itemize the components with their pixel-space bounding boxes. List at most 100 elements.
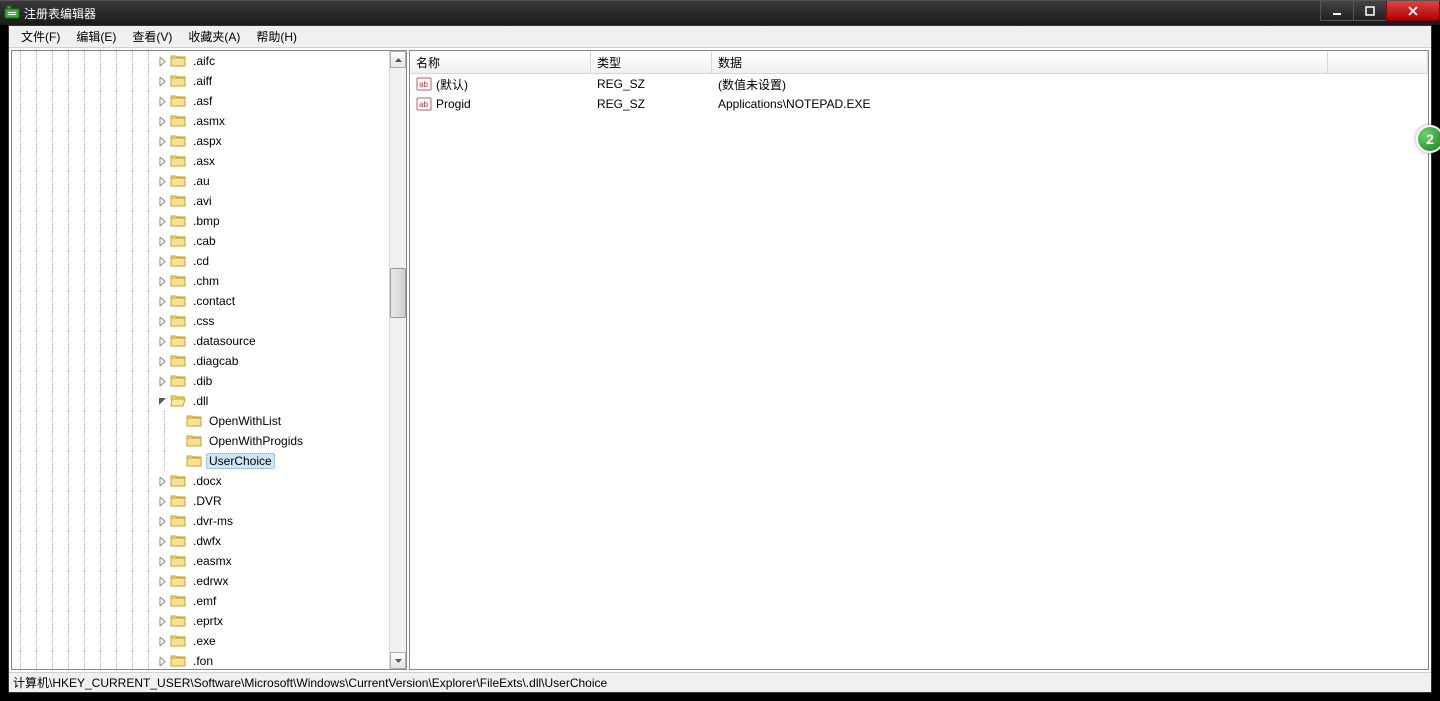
tree-expander-icon[interactable] (156, 295, 168, 307)
tree-expander-icon[interactable] (156, 395, 168, 407)
tree-item-label: .fon (190, 653, 216, 669)
tree-item[interactable]: .aifc (12, 51, 389, 71)
tree-expander-icon[interactable] (156, 315, 168, 327)
tree-expander-icon[interactable] (156, 235, 168, 247)
col-header-name[interactable]: 名称 (410, 51, 591, 73)
tree-expander-icon[interactable] (156, 95, 168, 107)
tree-expander-icon[interactable] (156, 215, 168, 227)
folder-icon (170, 293, 186, 309)
tree-item[interactable]: .docx (12, 471, 389, 491)
tree-expander-icon[interactable] (156, 575, 168, 587)
tree-expander-icon[interactable] (156, 75, 168, 87)
tree-expander-icon[interactable] (156, 355, 168, 367)
list-pane[interactable]: 名称 类型 数据 ab(默认)REG_SZ(数值未设置)abProgidREG_… (409, 50, 1429, 670)
tree-item[interactable]: .emf (12, 591, 389, 611)
tree-item[interactable]: .au (12, 171, 389, 191)
tree-item[interactable]: .fon (12, 651, 389, 669)
tree-item[interactable]: UserChoice (12, 451, 389, 471)
cell-name: (默认) (436, 76, 468, 93)
tree-expander-icon[interactable] (156, 115, 168, 127)
tree-item-label: .dll (190, 393, 211, 409)
tree-item[interactable]: .easmx (12, 551, 389, 571)
tree-item-label: .aspx (190, 133, 225, 149)
tree-expander-icon[interactable] (156, 655, 168, 667)
tree-expander-icon[interactable] (156, 195, 168, 207)
menu-help[interactable]: 帮助(H) (248, 26, 305, 47)
folder-icon (170, 113, 186, 129)
tree-expander-icon[interactable] (156, 495, 168, 507)
col-header-spacer (1328, 51, 1428, 73)
list-row[interactable]: abProgidREG_SZApplications\NOTEPAD.EXE (410, 94, 1428, 114)
tree-expander-icon[interactable] (156, 175, 168, 187)
tree-item[interactable]: .contact (12, 291, 389, 311)
tree-item[interactable]: .css (12, 311, 389, 331)
menu-view[interactable]: 查看(V) (124, 26, 180, 47)
tree-item[interactable]: .dll (12, 391, 389, 411)
tree-item[interactable]: .eprtx (12, 611, 389, 631)
tree-item[interactable]: .chm (12, 271, 389, 291)
tree-expander-icon[interactable] (156, 535, 168, 547)
tree-item[interactable]: OpenWithProgids (12, 431, 389, 451)
tree-expander-icon[interactable] (156, 275, 168, 287)
tree-expander-icon[interactable] (156, 375, 168, 387)
tree-expander-icon[interactable] (156, 55, 168, 67)
tree-item[interactable]: .dib (12, 371, 389, 391)
tree-item[interactable]: .cd (12, 251, 389, 271)
folder-icon (186, 453, 202, 469)
tree-expander-icon[interactable] (156, 335, 168, 347)
tree-item[interactable]: .cab (12, 231, 389, 251)
scroll-down-button[interactable] (390, 652, 406, 669)
tree-item[interactable]: .asf (12, 91, 389, 111)
tree-item[interactable]: .datasource (12, 331, 389, 351)
close-button[interactable] (1386, 1, 1440, 21)
tree-expander-icon[interactable] (156, 635, 168, 647)
tree-item[interactable]: .edrwx (12, 571, 389, 591)
scrollbar-thumb[interactable] (390, 268, 406, 318)
tree-expander-icon[interactable] (156, 475, 168, 487)
tree-item[interactable]: .aspx (12, 131, 389, 151)
folder-icon (170, 653, 186, 669)
folder-icon (170, 353, 186, 369)
tree-item[interactable]: OpenWithList (12, 411, 389, 431)
scrollbar-track[interactable] (390, 68, 406, 652)
scroll-up-button[interactable] (390, 51, 406, 68)
tree-item[interactable]: .aiff (12, 71, 389, 91)
tree-item-label: .dib (190, 373, 215, 389)
tree-item[interactable]: .DVR (12, 491, 389, 511)
menu-edit[interactable]: 编辑(E) (68, 26, 124, 47)
tree-item-label: .docx (190, 473, 225, 489)
titlebar[interactable]: 注册表编辑器 (0, 0, 1440, 25)
col-header-data[interactable]: 数据 (712, 51, 1328, 73)
tree-item[interactable]: .dwfx (12, 531, 389, 551)
menu-favorites[interactable]: 收藏夹(A) (180, 26, 248, 47)
col-header-type[interactable]: 类型 (591, 51, 712, 73)
tree-expander-icon[interactable] (156, 615, 168, 627)
folder-icon (170, 193, 186, 209)
maximize-button[interactable] (1353, 1, 1387, 21)
tree-expander-icon[interactable] (156, 595, 168, 607)
tree-expander-icon[interactable] (156, 555, 168, 567)
minimize-button[interactable] (1320, 1, 1354, 21)
svg-text:ab: ab (419, 80, 428, 89)
tree-expander-icon[interactable] (156, 255, 168, 267)
statusbar: 计算机\HKEY_CURRENT_USER\Software\Microsoft… (9, 672, 1431, 692)
tree-item[interactable]: .bmp (12, 211, 389, 231)
list-row[interactable]: ab(默认)REG_SZ(数值未设置) (410, 74, 1428, 94)
list-header[interactable]: 名称 类型 数据 (410, 51, 1428, 74)
tree-vertical-scrollbar[interactable] (389, 51, 406, 669)
tree-item[interactable]: .diagcab (12, 351, 389, 371)
folder-icon (170, 133, 186, 149)
regedit-icon (4, 5, 20, 21)
menu-file[interactable]: 文件(F) (13, 26, 68, 47)
tree-expander-icon[interactable] (156, 155, 168, 167)
overlay-badge[interactable]: 2 (1416, 125, 1440, 153)
tree-item[interactable]: .asx (12, 151, 389, 171)
tree-expander-icon[interactable] (156, 135, 168, 147)
tree-item[interactable]: .exe (12, 631, 389, 651)
tree-item[interactable]: .asmx (12, 111, 389, 131)
folder-icon (170, 533, 186, 549)
tree-expander-icon[interactable] (156, 515, 168, 527)
tree-item[interactable]: .avi (12, 191, 389, 211)
tree-pane[interactable]: .aifc.aiff.asf.asmx .aspx .asx.au.avi.bmp.… (11, 50, 407, 670)
tree-item[interactable]: .dvr-ms (12, 511, 389, 531)
